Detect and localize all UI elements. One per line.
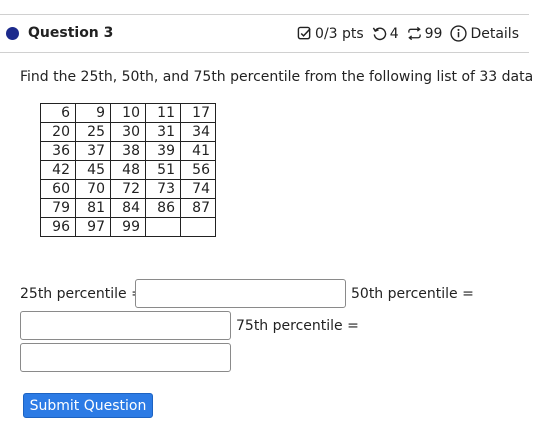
- p25-input[interactable]: [135, 279, 346, 308]
- retry-icon: [372, 26, 387, 41]
- data-table-cell: 48: [110, 160, 146, 180]
- data-table-cell: 36: [40, 141, 76, 161]
- data-table-cell: 60: [40, 179, 76, 199]
- question-title: Question 3: [28, 25, 114, 41]
- data-table-cell: 56: [180, 160, 216, 180]
- data-table-cell: 9: [75, 103, 111, 123]
- data-table-row: 60 70 72 73 74: [40, 179, 216, 199]
- data-table-cell: 30: [110, 122, 146, 142]
- question-prompt: Find the 25th, 50th, and 75th percentile…: [20, 69, 534, 85]
- data-table-row: 6 9 10 11 17: [40, 103, 216, 123]
- data-table-cell: 39: [145, 141, 181, 161]
- data-table-cell: 42: [40, 160, 76, 180]
- data-table-cell: 20: [40, 122, 76, 142]
- data-table-cell: 34: [180, 122, 216, 142]
- attempts-info: 99: [407, 25, 443, 42]
- info-icon: [450, 25, 468, 42]
- data-table-cell: 17: [180, 103, 216, 123]
- data-table-row: 36 37 38 39 41: [40, 141, 216, 161]
- checkbox-icon: [297, 26, 312, 41]
- data-table-cell: 41: [180, 141, 216, 161]
- data-table-cell: 25: [75, 122, 111, 142]
- question-meta: 0/3 pts 4 99 Details: [289, 25, 519, 42]
- data-table-cell: 31: [145, 122, 181, 142]
- p50-input[interactable]: [20, 311, 231, 340]
- data-table-cell: 38: [110, 141, 146, 161]
- data-table-cell: 97: [75, 217, 111, 237]
- attempts-count: 99: [424, 25, 443, 42]
- data-table-cell: 79: [40, 198, 76, 218]
- data-table-cell: 6: [40, 103, 76, 123]
- data-table-cell: 81: [75, 198, 111, 218]
- p75-label: 75th percentile =: [236, 318, 359, 334]
- repeat-icon: [407, 26, 422, 41]
- top-divider: [0, 14, 529, 15]
- p75-input[interactable]: [20, 343, 231, 372]
- data-table-cell: 45: [75, 160, 111, 180]
- question-status-dot: [6, 27, 19, 40]
- data-table-cell: [180, 217, 216, 237]
- data-table-cell: 37: [75, 141, 111, 161]
- data-table-row: 96 97 99: [40, 217, 216, 237]
- data-table-row: 20 25 30 31 34: [40, 122, 216, 142]
- data-table-cell: [145, 217, 181, 237]
- data-table-cell: 86: [145, 198, 181, 218]
- data-table-cell: 84: [110, 198, 146, 218]
- data-table-cell: 70: [75, 179, 111, 199]
- data-table-cell: 96: [40, 217, 76, 237]
- data-table-cell: 87: [180, 198, 216, 218]
- points-info: 0/3 pts: [297, 26, 364, 42]
- details-label[interactable]: Details: [470, 26, 519, 42]
- data-table-cell: 10: [110, 103, 146, 123]
- retries-count: 4: [389, 25, 399, 42]
- data-table-cell: 73: [145, 179, 181, 199]
- submit-question-button[interactable]: Submit Question: [23, 393, 153, 418]
- details-link[interactable]: Details: [450, 25, 519, 42]
- p50-label: 50th percentile =: [351, 286, 474, 302]
- data-table-cell: 72: [110, 179, 146, 199]
- points-text: 0/3 pts: [315, 25, 364, 42]
- data-table-cell: 11: [145, 103, 181, 123]
- data-table-cell: 99: [110, 217, 146, 237]
- data-table-cell: 74: [180, 179, 216, 199]
- p25-label: 25th percentile =: [20, 286, 143, 302]
- data-table-cell: 51: [145, 160, 181, 180]
- retries-info: 4: [372, 26, 399, 42]
- data-table: 6 9 10 11 17 20 25 30 31 34 36 37 38 39 41 42 45 48 51 56 60…: [40, 103, 216, 237]
- data-table-row: 42 45 48 51 56: [40, 160, 216, 180]
- header-divider: [0, 52, 529, 53]
- data-table-row: 79 81 84 86 87: [40, 198, 216, 218]
